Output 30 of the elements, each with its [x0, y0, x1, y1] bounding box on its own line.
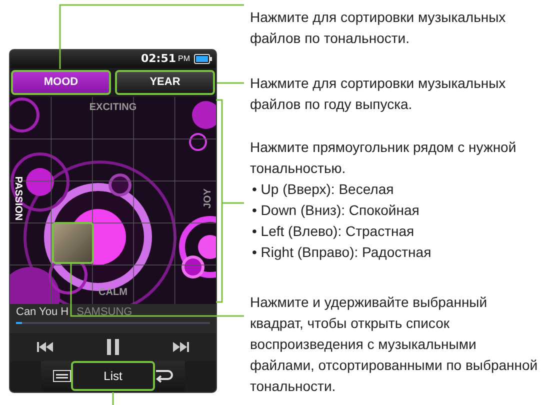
callout-text: Нажмите прямоугольник рядом с нужной тональностью. — [250, 138, 518, 178]
leader-line — [112, 392, 114, 405]
callout-bullet: • Down (Вниз): Спокойная — [251, 201, 420, 220]
next-icon[interactable] — [173, 340, 189, 353]
callout-text: Нажмите для сортировки музыкальных файлов по тональности. — [250, 8, 507, 48]
sort-tab[interactable]: MOOD — [11, 70, 111, 96]
callout-bullet: • Left (Влево): Страстная — [251, 222, 416, 241]
list-button[interactable]: List — [71, 361, 155, 392]
callout-bullet: • Up (Вверх): Веселая — [251, 180, 395, 199]
mood-label[interactable]: PASSION — [12, 176, 24, 221]
callout-text: Нажмите для сортировки музыкальных файлов по году выпуска. — [250, 74, 507, 114]
mood-label[interactable]: CALM — [98, 286, 128, 298]
callout-text: Нажмите и удерживайте выбранный квадрат, чтобы открыть список воспроизведения с музыкальными файлами, отсортированными по выбранной тональности. — [250, 293, 539, 396]
album-art-photo-placeholder[interactable] — [52, 222, 94, 264]
mood-label[interactable]: JOY — [202, 188, 214, 209]
menu-icon[interactable] — [53, 370, 71, 382]
clock-time: 02:51 — [140, 52, 176, 66]
clock-ampm: PM — [178, 54, 190, 64]
previous-icon[interactable] — [37, 340, 53, 353]
mood-grid[interactable]: EXCITING CALM PASSION JOY — [10, 97, 216, 304]
artist-name: SAMSUNG — [76, 306, 132, 318]
leader-line — [217, 82, 244, 84]
sort-tab[interactable]: YEAR — [115, 70, 215, 96]
mood-label[interactable]: EXCITING — [89, 102, 137, 114]
back-icon[interactable] — [155, 369, 173, 384]
song-title: Can You H — [16, 306, 69, 318]
progress-track[interactable] — [16, 322, 210, 324]
callout-bullet: • Right (Вправо): Радостная — [251, 243, 432, 262]
battery-icon — [194, 54, 212, 64]
pause-icon[interactable] — [107, 338, 119, 355]
